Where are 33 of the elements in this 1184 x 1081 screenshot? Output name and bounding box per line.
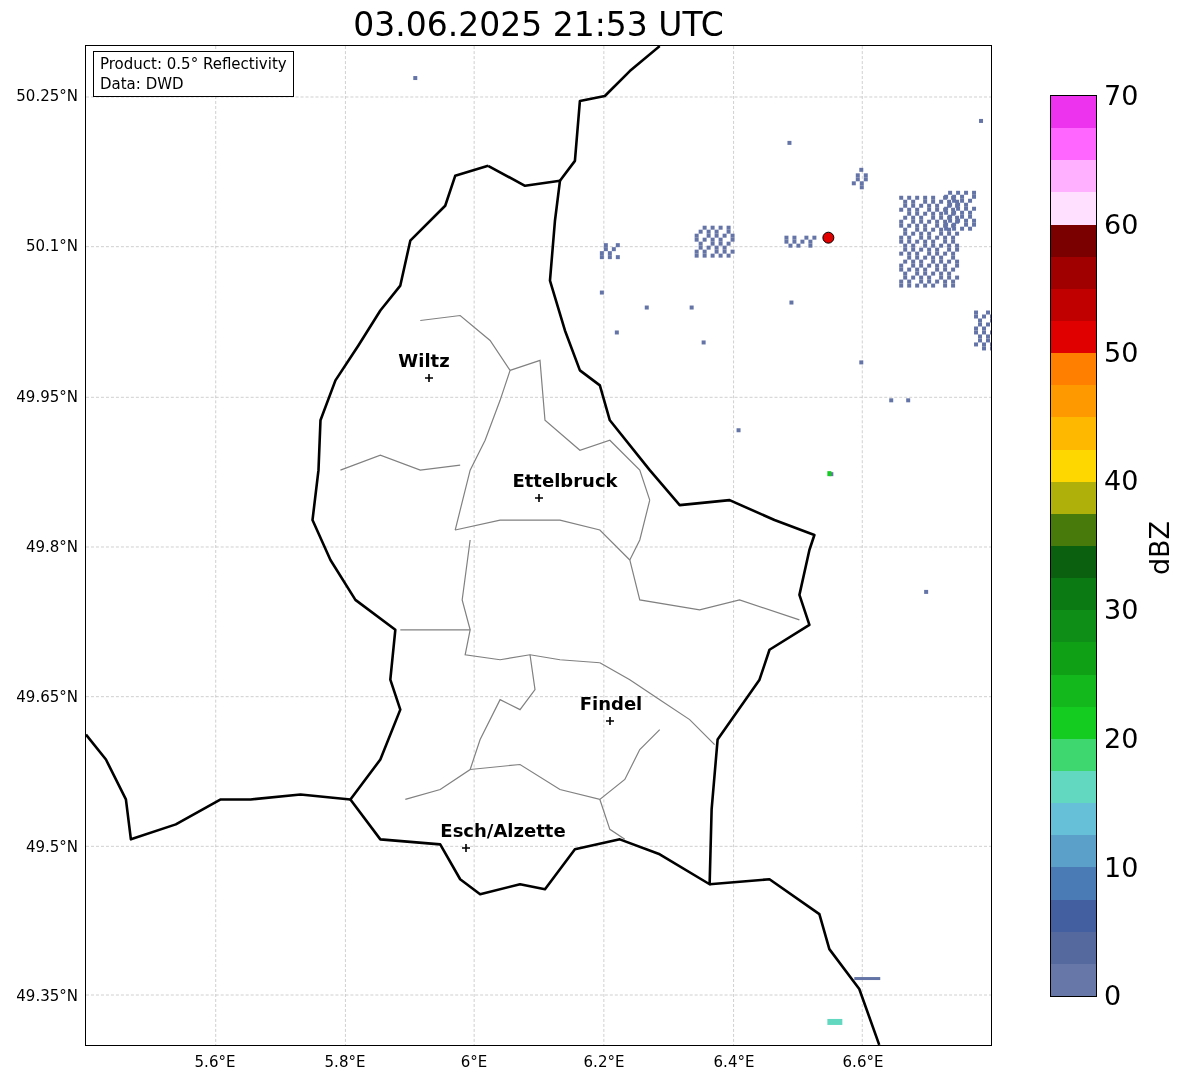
info-line: Data: DWD xyxy=(100,74,185,94)
latitude-label: 49.5°N xyxy=(25,838,78,856)
latitude-label: 49.35°N xyxy=(16,987,78,1005)
colorbar-tick-label: 20 xyxy=(1104,724,1139,754)
latitude-label: 50.1°N xyxy=(25,237,78,255)
colorbar-tick-label: 40 xyxy=(1104,466,1139,496)
info-line: Product: 0.5° Reflectivity xyxy=(100,54,287,74)
city-marker-icon xyxy=(606,717,614,725)
longitude-label: 6.4°E xyxy=(713,1053,755,1071)
latitude-label: 49.65°N xyxy=(16,688,78,706)
city-label: Findel xyxy=(579,694,643,714)
colorbar-tick-label: 50 xyxy=(1104,338,1139,368)
colorbar-tick-label: 30 xyxy=(1104,595,1139,625)
city-marker-icon xyxy=(535,494,543,502)
longitude-label: 6.6°E xyxy=(842,1053,884,1071)
longitude-label: 6°E xyxy=(460,1053,488,1071)
colorbar-tick-label: 60 xyxy=(1104,210,1139,240)
longitude-label: 6.2°E xyxy=(583,1053,625,1071)
city-label: Wiltz xyxy=(398,351,450,371)
city-label: Esch/Alzette xyxy=(440,821,566,841)
colorbar-tick-label: 70 xyxy=(1104,81,1139,111)
figure-title: 03.06.2025 21:53 UTC xyxy=(352,4,725,46)
colorbar-tick-label: 10 xyxy=(1104,853,1139,883)
latitude-label: 49.95°N xyxy=(16,388,78,406)
city-marker-icon xyxy=(462,844,470,852)
colorbar-title: dBZ xyxy=(1145,520,1175,576)
city-label: Ettelbruck xyxy=(512,471,618,491)
city-marker-icon xyxy=(425,374,433,382)
longitude-label: 5.6°E xyxy=(194,1053,236,1071)
longitude-label: 5.8°E xyxy=(324,1053,366,1071)
colorbar-tick-label: 0 xyxy=(1104,981,1122,1011)
latitude-label: 49.8°N xyxy=(25,538,78,556)
latitude-label: 50.25°N xyxy=(16,87,78,105)
